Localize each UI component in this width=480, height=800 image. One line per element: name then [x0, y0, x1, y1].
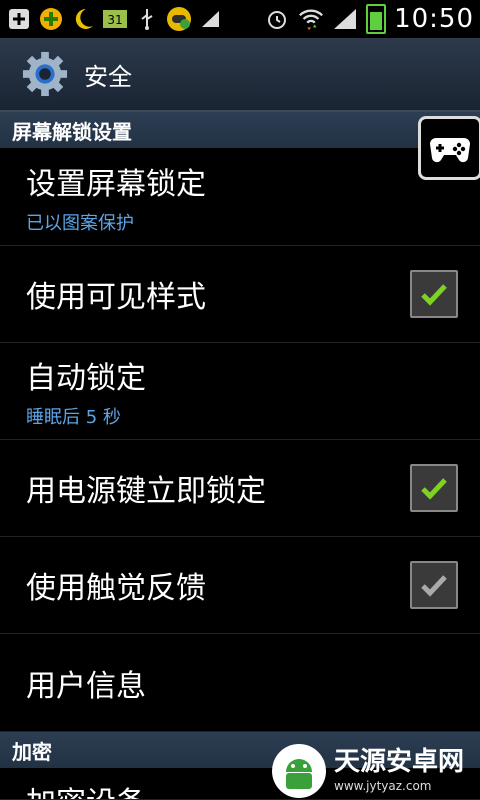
haptic-feedback-checkbox[interactable]: [410, 561, 458, 609]
visible-pattern-item[interactable]: 使用可见样式: [0, 246, 480, 343]
plus-icon: [6, 6, 32, 32]
wifi-icon: [298, 6, 324, 32]
owner-info-item[interactable]: 用户信息: [0, 634, 480, 732]
check-icon: [421, 575, 447, 597]
sim-icon: 31: [102, 6, 128, 32]
auto-lock-item[interactable]: 自动锁定 睡眠后 5 秒: [0, 343, 480, 440]
page-title: 安全: [84, 62, 132, 91]
signal-icon: [332, 6, 358, 32]
section-header-screen-unlock: 屏幕解锁设置: [0, 112, 480, 148]
watermark-url: www.jytyaz.com: [334, 779, 432, 793]
item-title: 自动锁定: [26, 361, 146, 396]
android-logo-icon: [272, 744, 326, 798]
floating-game-button[interactable]: [418, 116, 480, 180]
item-title: 设置屏幕锁定: [26, 166, 206, 202]
haptic-feedback-item[interactable]: 使用触觉反馈: [0, 537, 480, 634]
action-bar: 安全: [0, 38, 480, 112]
item-title: 使用可见样式: [26, 280, 206, 315]
watermark-title: 天源安卓网: [334, 747, 465, 777]
settings-gear-icon: [22, 51, 68, 97]
usb-icon: [134, 6, 160, 32]
item-subtitle: 已以图案保护: [26, 212, 134, 234]
watermark: 天源安卓网 www.jytyaz.com: [270, 742, 480, 800]
check-icon: [421, 478, 447, 500]
game-icon: [166, 6, 192, 32]
moon-icon: [70, 6, 96, 32]
battery-icon: [366, 4, 387, 34]
visible-pattern-checkbox[interactable]: [410, 270, 458, 318]
check-icon: [421, 284, 447, 306]
gamepad-icon: [430, 138, 470, 163]
clock: 10:50: [394, 4, 474, 34]
item-title: 使用触觉反馈: [26, 571, 206, 606]
item-title: 用电源键立即锁定: [26, 474, 266, 509]
power-button-lock-checkbox[interactable]: [410, 464, 458, 512]
item-subtitle: 睡眠后 5 秒: [26, 407, 121, 428]
sail-icon: [198, 6, 224, 32]
app-icon: [38, 6, 64, 32]
item-title: 用户信息: [26, 668, 146, 704]
set-screen-lock-item[interactable]: 设置屏幕锁定 已以图案保护: [0, 148, 480, 246]
power-button-lock-item[interactable]: 用电源键立即锁定: [0, 440, 480, 537]
svg-text:31: 31: [107, 13, 122, 27]
alarm-icon: [264, 6, 290, 32]
status-bar: 31 10:50: [0, 0, 480, 38]
